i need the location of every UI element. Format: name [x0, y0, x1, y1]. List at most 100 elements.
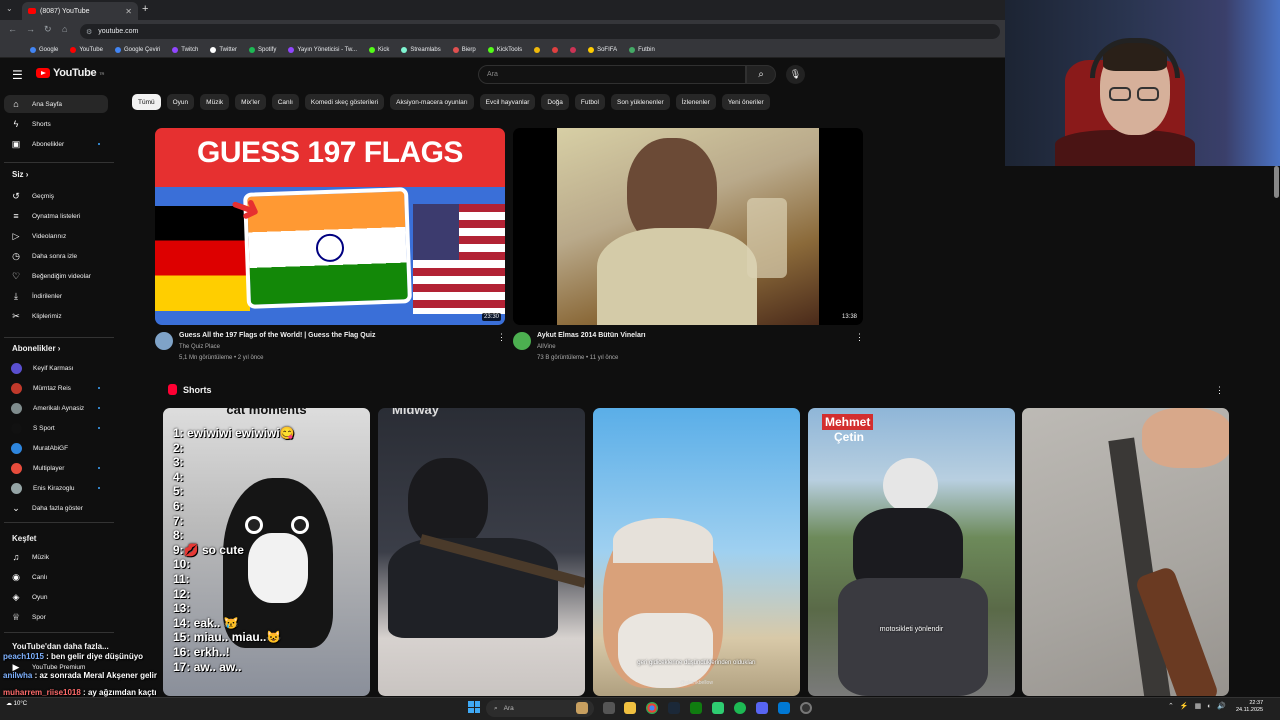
search-button[interactable]: ⌕ — [746, 65, 776, 84]
sidebar-item-oyun[interactable]: ◈ Oyun — [4, 588, 108, 606]
back-icon[interactable]: ← — [8, 24, 17, 34]
channel-avatar[interactable] — [513, 332, 531, 350]
start-windows-icon[interactable] — [468, 701, 480, 713]
tab-search-icon[interactable]: ⌄ — [6, 4, 13, 13]
site-info-icon[interactable]: ⚙ — [86, 28, 92, 36]
sidebar-item-keyif-karması[interactable]: Keyif Karması — [4, 359, 108, 377]
sidebar-item-geçmiş[interactable]: ↺ Geçmiş — [4, 187, 108, 205]
address-bar[interactable]: ⚙ youtube.com — [80, 24, 1000, 39]
bookmark-item[interactable]: Kick — [369, 46, 389, 53]
sidebar-item-mümtaz-reis[interactable]: Mümtaz Reis — [4, 379, 108, 397]
sidebar-item-oynatma-listeleri[interactable]: ≡ Oynatma listeleri — [4, 207, 108, 225]
youtube-logo[interactable]: YouTube TR — [36, 67, 104, 79]
reload-icon[interactable]: ↻ — [44, 24, 52, 35]
video-thumbnail[interactable]: GUESS 197 FLAGS ➜ 23:30 — [155, 128, 505, 325]
sidebar-item-show-more[interactable]: ⌄ Daha fazla göster — [4, 499, 108, 517]
spotify-icon[interactable] — [734, 702, 746, 714]
bookmark-item[interactable] — [570, 46, 577, 53]
sidebar-section-heading[interactable]: Siz › — [12, 170, 28, 179]
sidebar-section-heading[interactable]: YouTube'dan daha fazla... — [12, 642, 109, 651]
bookmark-item[interactable]: Google — [30, 46, 58, 53]
bookmark-item[interactable]: Yayın Yöneticisi - Tw... — [288, 46, 357, 53]
short-card[interactable] — [1022, 408, 1229, 696]
discord-icon[interactable] — [756, 702, 768, 714]
sidebar-item-muratabigf[interactable]: MuratAbiGF — [4, 439, 108, 457]
bookmark-item[interactable]: Bierp — [452, 46, 476, 53]
bookmark-item[interactable]: Twitch — [172, 46, 198, 53]
sidebar-item-spor[interactable]: ♕ Spor — [4, 608, 108, 626]
filter-chip[interactable]: İzlenenler — [675, 94, 716, 110]
video-title[interactable]: Guess All the 197 Flags of the World! | … — [179, 332, 375, 339]
filter-chip[interactable]: Komedi skeç gösterileri — [304, 94, 385, 110]
filter-chip[interactable]: Tümü — [132, 94, 161, 110]
new-tab-icon[interactable]: + — [142, 3, 148, 15]
menu-icon[interactable]: ☰ — [12, 68, 23, 82]
forward-icon[interactable]: → — [26, 24, 35, 34]
more-options-icon[interactable]: ⋮ — [855, 332, 864, 343]
sidebar-item-shorts[interactable]: ϟ Shorts — [4, 115, 108, 133]
system-tray-icons[interactable]: ⌃⚡▦◐🔊 — [1168, 702, 1232, 710]
bookmark-item[interactable]: YouTube — [70, 46, 103, 53]
video-thumbnail[interactable]: 13:38 — [513, 128, 863, 325]
voice-search-button[interactable]: 🎙 — [786, 65, 805, 84]
channel-name[interactable]: The Quiz Place — [179, 344, 220, 350]
sidebar-section-heading[interactable]: Keşfet — [12, 534, 36, 543]
app-icon[interactable] — [778, 702, 790, 714]
sidebar-item-ana-sayfa[interactable]: ⌂ Ana Sayfa — [4, 95, 108, 113]
video-title[interactable]: Aykut Elmas 2014 Bütün Vineları — [537, 332, 646, 339]
obs-icon[interactable] — [800, 702, 812, 714]
sidebar-item-videolarınız[interactable]: ▷ Videolarınız — [4, 227, 108, 245]
short-card[interactable]: geri gidiceklerine düşündüklerinden oldu… — [593, 408, 800, 696]
sidebar-item-amerikalı-aynasiz[interactable]: Amerikalı Aynasiz — [4, 399, 108, 417]
sidebar-section-heading[interactable]: Abonelikler › — [12, 344, 60, 353]
short-card[interactable]: Midway — [378, 408, 585, 696]
short-card[interactable]: cat moments 1: ewiwiwi ewiwiwi😋 2: 3: 4: 5: 6… — [163, 408, 370, 696]
page-scrollbar[interactable] — [1274, 166, 1279, 198]
filter-chip[interactable]: Müzik — [200, 94, 230, 110]
file-explorer-icon[interactable] — [624, 702, 636, 714]
sidebar-item-canlı[interactable]: ◉ Canlı — [4, 568, 108, 586]
clock[interactable]: 22:37 24.11.2025 — [1236, 700, 1263, 714]
bookmark-item[interactable]: Spotify — [248, 46, 276, 53]
filter-chip[interactable]: Futbol — [574, 94, 605, 110]
sidebar-item-beğendiğim-videolar[interactable]: ♡ Beğendiğim videolar — [4, 267, 108, 285]
bookmark-item[interactable]: KickTools — [487, 46, 522, 53]
weather-widget[interactable]: ☁ 10°C — [6, 700, 27, 707]
sidebar-item-müzik[interactable]: ♫ Müzik — [4, 548, 108, 566]
widget-icon[interactable] — [576, 702, 588, 714]
more-options-icon[interactable]: ⋮ — [497, 332, 506, 343]
bookmark-item[interactable] — [552, 46, 559, 53]
search-input[interactable]: Ara — [478, 65, 746, 84]
sidebar-item-i-ndirilenler[interactable]: ⤓ İndirilenler — [4, 287, 108, 305]
filter-chip[interactable]: Mix'ler — [235, 94, 266, 110]
filter-chip[interactable]: Son yüklenenler — [611, 94, 670, 110]
filter-chip[interactable]: Doğa — [541, 94, 569, 110]
bookmark-item[interactable]: Twitter — [210, 46, 237, 53]
home-browser-icon[interactable]: ⌂ — [62, 24, 67, 34]
bookmark-item[interactable]: SoFIFA — [588, 46, 617, 53]
bookmark-item[interactable]: Streamlabs — [401, 46, 441, 53]
close-tab-icon[interactable]: ✕ — [125, 7, 132, 16]
task-view-icon[interactable] — [603, 702, 615, 714]
browser-tab[interactable]: (8087) YouTube ✕ — [22, 2, 138, 20]
steam-icon[interactable] — [668, 702, 680, 714]
chrome-icon[interactable] — [646, 702, 658, 714]
filter-chip[interactable]: Canlı — [271, 94, 299, 110]
bookmark-item[interactable]: Futbin — [629, 46, 655, 53]
sidebar-item-daha-sonra-izle[interactable]: ◷ Daha sonra izle — [4, 247, 108, 265]
app-icon[interactable] — [712, 702, 724, 714]
sidebar-item-kliplerimiz[interactable]: ✂ Kliplerimiz — [4, 307, 108, 325]
shorts-more-icon[interactable]: ⋮ — [1215, 385, 1224, 396]
xbox-icon[interactable] — [690, 702, 702, 714]
bookmark-item[interactable]: Google Çeviri — [114, 46, 160, 53]
sidebar-item-s-sport[interactable]: S Sport — [4, 419, 108, 437]
filter-chip[interactable]: Yeni öneriler — [721, 94, 770, 110]
filter-chip[interactable]: Evcil hayvanlar — [479, 94, 536, 110]
filter-chip[interactable]: Aksiyon-macera oyunları — [390, 94, 474, 110]
short-card[interactable]: Mehmet Çetin motosikleti yönlendir — [808, 408, 1015, 696]
sidebar-item-enis-kirazoglu[interactable]: Enis Kirazoglu — [4, 479, 108, 497]
sidebar-item-multiplayer[interactable]: Multiplayer — [4, 459, 108, 477]
bookmark-item[interactable] — [534, 46, 541, 53]
channel-name[interactable]: AllVine — [537, 344, 556, 350]
channel-avatar[interactable] — [155, 332, 173, 350]
